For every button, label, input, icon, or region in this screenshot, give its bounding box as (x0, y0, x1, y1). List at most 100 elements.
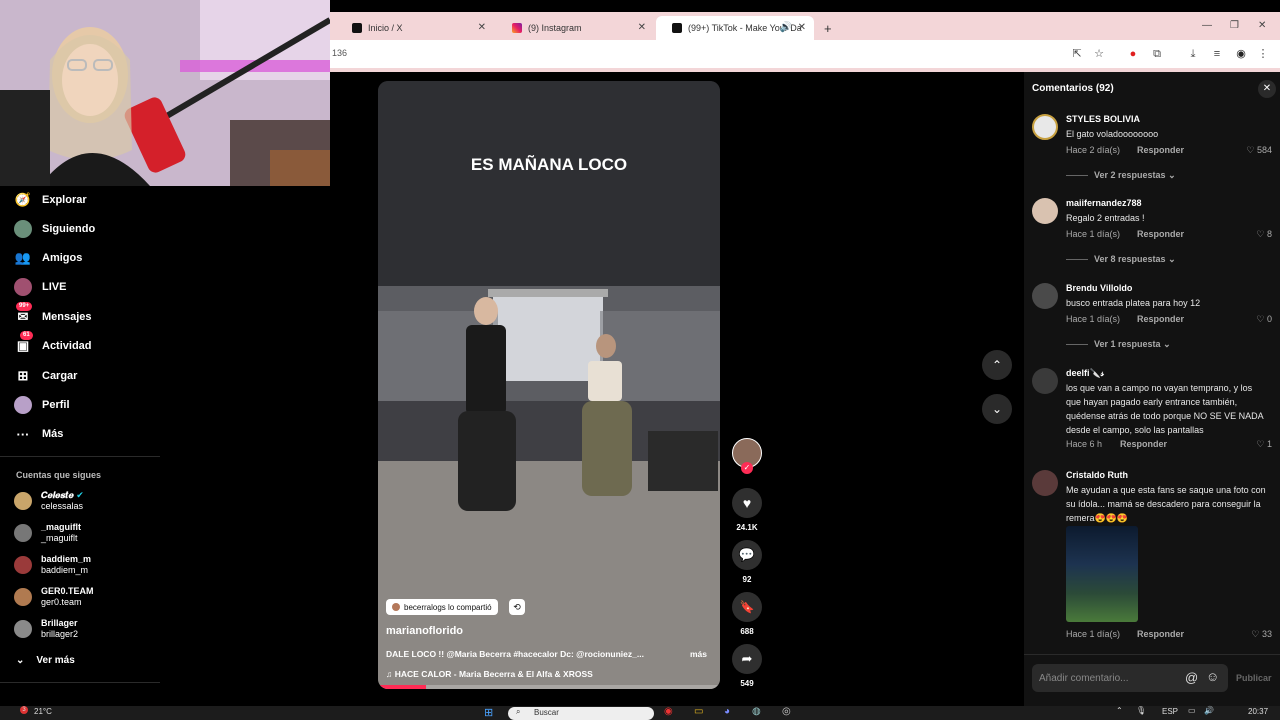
url-text[interactable]: 136 (332, 48, 347, 58)
comment-photo[interactable] (1066, 526, 1138, 622)
avatar[interactable] (1032, 198, 1058, 224)
emoji-icon[interactable]: ☺ (1206, 669, 1219, 684)
close-comments-button[interactable]: ✕ (1258, 80, 1276, 98)
minimize-icon[interactable]: — (1202, 20, 1212, 31)
follow-plus-icon[interactable]: ✓ (741, 462, 753, 474)
comment-user[interactable]: STYLES BOLIVIA (1066, 114, 1140, 124)
following-account[interactable]: GER0.TEAM ger0.team (14, 586, 94, 608)
music-row[interactable]: ♫ HACE CALOR - Maria Becerra & El Alfa &… (386, 669, 593, 679)
shared-by-chip[interactable]: becerralogs lo compartió (386, 599, 498, 615)
view-replies-button[interactable]: Ver 2 respuestas ⌄ (1066, 170, 1176, 181)
video-progress-track[interactable] (378, 685, 720, 689)
nav-cargar[interactable]: ⊞ Cargar (14, 366, 78, 386)
chrome-icon[interactable]: ◉ (664, 706, 673, 717)
following-account[interactable]: baddiem_m baddiem_m (14, 554, 91, 576)
mention-icon[interactable]: @ (1185, 670, 1198, 685)
discord-icon[interactable]: ◕ (724, 706, 730, 717)
kebab-menu-icon[interactable]: ⋮ (1256, 47, 1270, 61)
comment-item: STYLES BOLIVIA El gato voladoooooooo Hac… (1032, 114, 1272, 184)
repost-icon[interactable]: ⟲ (509, 599, 525, 615)
nav-amigos[interactable]: 👥 Amigos (14, 248, 82, 268)
following-account[interactable]: 𝑪𝒆𝒍𝒆𝒔𝒕𝒆 ✔ celessalas (14, 490, 84, 512)
previous-video-button[interactable]: ⌃ (982, 350, 1012, 380)
download-icon[interactable]: ⤓ (1186, 47, 1200, 61)
video-player[interactable]: ES MAÑANA LOCO becerralogs lo compartió … (378, 81, 720, 689)
maximize-icon[interactable]: ❐ (1230, 20, 1239, 31)
address-bar[interactable]: 136 ⇱ ☆ ● ⧉ ⤓ ≡ ◉ ⋮ (330, 40, 1280, 68)
caption-more-link[interactable]: más (690, 649, 707, 659)
comment-button[interactable]: 💬 (732, 540, 762, 570)
following-account[interactable]: _maguiflt _maguiflt (14, 522, 81, 544)
see-more-button[interactable]: ⌄ Ver más (16, 650, 75, 670)
nav-mas[interactable]: ··· Más (14, 424, 64, 444)
avatar[interactable] (1032, 368, 1058, 394)
nav-actividad[interactable]: ▣ 61 Actividad (14, 331, 92, 356)
taskbar-search[interactable]: ⌕ Buscar (508, 707, 654, 720)
reply-button[interactable]: Responder (1120, 439, 1167, 449)
comment-input[interactable]: Añadir comentario... @ ☺ (1032, 664, 1228, 692)
reply-button[interactable]: Responder (1137, 314, 1184, 324)
nav-mensajes[interactable]: ✉ 99+ Mensajes (14, 302, 92, 327)
reply-button[interactable]: Responder (1137, 229, 1184, 239)
obs-icon[interactable]: ◎ (782, 706, 791, 717)
share-button[interactable]: ➦ (732, 644, 762, 674)
view-replies-button[interactable]: Ver 8 respuestas ⌄ (1066, 254, 1176, 265)
speaker-icon[interactable]: 🔊 (780, 22, 792, 33)
network-icon[interactable]: ▭ (1188, 706, 1196, 715)
comment-user[interactable]: Cristaldo Ruth (1066, 470, 1128, 480)
steam-icon[interactable]: ◍ (752, 706, 761, 717)
profile-avatar-icon[interactable]: ◉ (1234, 47, 1248, 61)
microphone-icon[interactable]: 🎙 (1136, 706, 1146, 715)
post-button[interactable]: Publicar (1236, 673, 1272, 683)
view-replies-button[interactable]: Ver 1 respuesta ⌄ (1066, 339, 1171, 350)
opera-extension-icon[interactable]: ● (1126, 47, 1140, 61)
close-tab-icon[interactable]: ✕ (638, 22, 646, 33)
weather-temp[interactable]: 21°C (34, 707, 52, 716)
comment-like-button[interactable]: ♡ 0 (1256, 314, 1272, 325)
tab-tiktok[interactable]: (99+) TikTok - Make Your Da 🔊 ✕ (656, 16, 814, 40)
nav-live[interactable]: LIVE (14, 277, 66, 297)
language-indicator[interactable]: ESP (1162, 707, 1178, 716)
reply-button[interactable]: Responder (1137, 145, 1184, 155)
comment-like-count: 0 (1266, 314, 1272, 324)
avatar[interactable] (1032, 114, 1058, 140)
comment-like-count: 584 (1256, 145, 1272, 155)
comment-like-button[interactable]: ♡ 1 (1256, 439, 1272, 450)
tab-x[interactable]: Inicio / X ✕ (336, 16, 494, 40)
clock-time[interactable]: 20:37 (1248, 707, 1268, 716)
close-window-icon[interactable]: ✕ (1258, 20, 1266, 31)
file-explorer-icon[interactable]: ▭ (694, 706, 703, 717)
volume-icon[interactable]: 🔊 (1204, 706, 1214, 715)
comment-like-button[interactable]: ♡ 8 (1256, 229, 1272, 240)
avatar[interactable] (1032, 283, 1058, 309)
reply-button[interactable]: Responder (1137, 629, 1184, 639)
nav-label: Amigos (42, 252, 83, 264)
divider (1024, 654, 1280, 655)
bookmark-star-icon[interactable]: ☆ (1092, 47, 1106, 61)
tray-chevron-up-icon[interactable]: ⌃ (1116, 706, 1123, 715)
comment-user[interactable]: Brendu Villoldo (1066, 283, 1132, 293)
new-tab-button[interactable]: + (820, 16, 840, 40)
nav-explorar[interactable]: 🧭 Explorar (14, 190, 87, 210)
install-app-icon[interactable]: ⇱ (1070, 47, 1084, 61)
comment-user[interactable]: deelfi🔪𝓈 (1066, 368, 1104, 379)
comment-user[interactable]: maiifernandez788 (1066, 198, 1142, 208)
comment-time: Hace 1 día(s) (1066, 314, 1121, 324)
following-account[interactable]: Brillager brillager2 (14, 618, 78, 640)
avatar[interactable] (1032, 470, 1058, 496)
playlist-icon[interactable]: ≡ (1210, 47, 1224, 61)
extensions-icon[interactable]: ⧉ (1150, 47, 1164, 61)
next-video-button[interactable]: ⌄ (982, 394, 1012, 424)
windows-start-icon[interactable]: ⊞ (484, 706, 493, 719)
nav-siguiendo[interactable]: Siguiendo (14, 219, 95, 239)
like-button[interactable]: ♥ (732, 488, 762, 518)
nav-label: Mensajes (42, 311, 92, 323)
nav-perfil[interactable]: Perfil (14, 395, 70, 415)
comment-like-button[interactable]: ♡ 33 (1251, 629, 1272, 640)
close-tab-icon[interactable]: ✕ (478, 22, 486, 33)
save-button[interactable]: 🔖 (732, 592, 762, 622)
comment-like-button[interactable]: ♡ 584 (1246, 145, 1272, 156)
tab-instagram[interactable]: (9) Instagram ✕ (496, 16, 654, 40)
close-tab-icon[interactable]: ✕ (798, 22, 806, 33)
video-author[interactable]: marianoflorido (386, 625, 463, 637)
